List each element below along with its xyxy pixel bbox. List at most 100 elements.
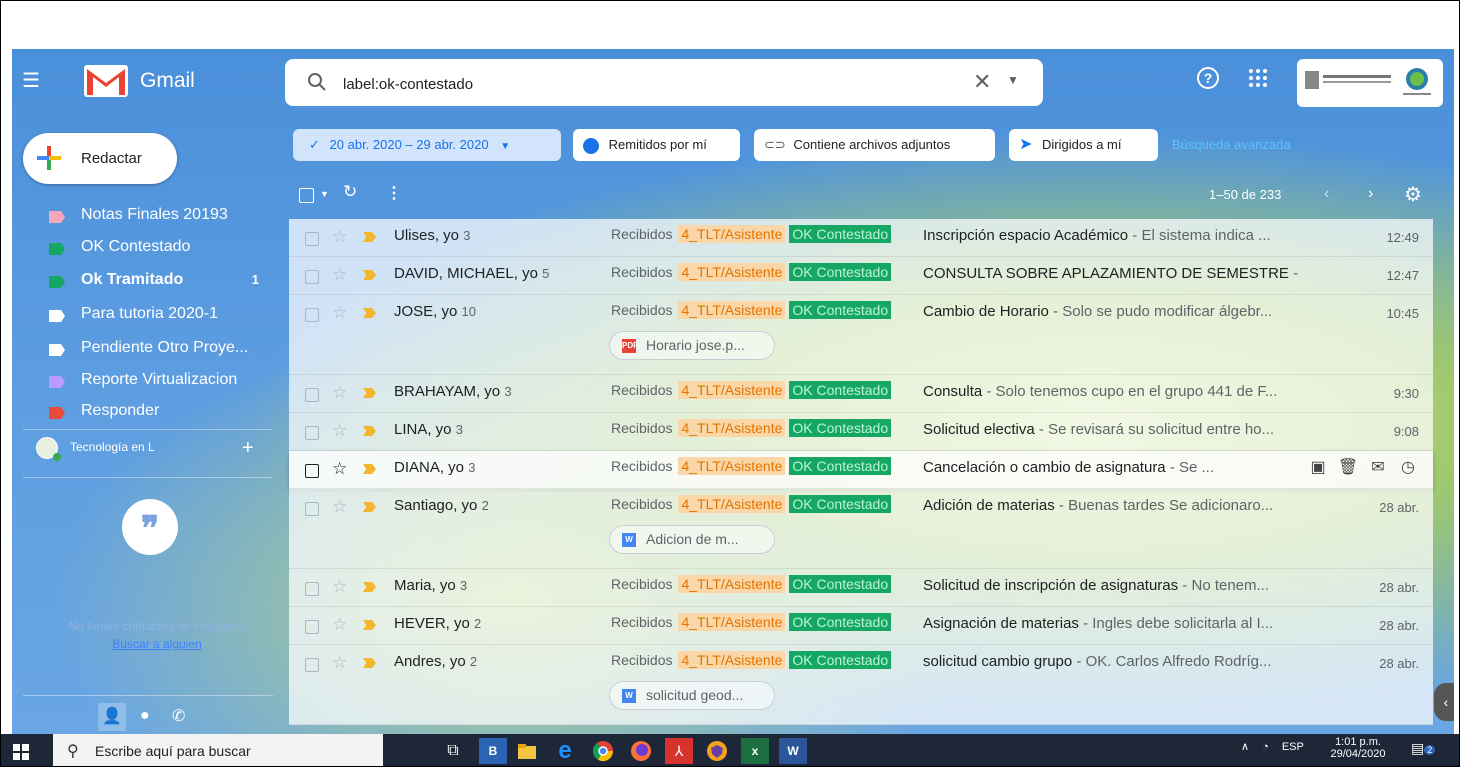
sidebar-label-para-tutoria[interactable]: Para tutoria 2020-1: [49, 301, 271, 334]
important-marker-icon[interactable]: [363, 270, 376, 280]
settings-gear-icon[interactable]: ⚙: [1404, 182, 1422, 207]
contacts-person-icon[interactable]: 👤: [98, 703, 126, 731]
sidebar-label-ok-contestado[interactable]: OK Contestado: [49, 234, 271, 267]
row-checkbox[interactable]: [305, 620, 319, 634]
app-b-icon[interactable]: B: [479, 738, 507, 764]
gmail-logo-icon[interactable]: [84, 65, 128, 97]
file-explorer-icon[interactable]: [513, 738, 541, 764]
row-checkbox[interactable]: [305, 582, 319, 596]
wifi-icon[interactable]: ◔: [1262, 741, 1269, 753]
row-checkbox[interactable]: [305, 658, 319, 672]
word-icon[interactable]: W: [779, 738, 807, 764]
sent-to-me-chip[interactable]: ➤ Dirigidos a mí: [1009, 129, 1158, 161]
attachment-chip[interactable]: W Adicion de m...: [609, 525, 775, 554]
important-marker-icon[interactable]: [363, 388, 376, 398]
important-marker-icon[interactable]: [363, 658, 376, 668]
mail-row[interactable]: ☆ BRAHAYAM, yo 3 Recibidos 4_TLT/Asistent…: [289, 375, 1433, 413]
taskbar-search[interactable]: ⚲ Escribe aquí para buscar: [53, 734, 383, 766]
find-someone-link[interactable]: Buscar a alguien: [32, 637, 282, 651]
more-options-icon[interactable]: ⋮: [386, 183, 402, 203]
edge-icon[interactable]: e: [551, 738, 579, 764]
language-indicator[interactable]: ESP: [1282, 741, 1304, 753]
main-menu-icon[interactable]: ☰: [22, 71, 46, 91]
sidebar-label-ok-tramitado[interactable]: Ok Tramitado 1: [49, 267, 271, 300]
important-marker-icon[interactable]: [363, 582, 376, 592]
star-icon[interactable]: ☆: [332, 421, 347, 441]
has-attachment-chip[interactable]: ⊂⊃ Contiene archivos adjuntos: [754, 129, 995, 161]
star-icon[interactable]: ☆: [332, 497, 347, 517]
vpn-shield-icon[interactable]: [703, 738, 731, 764]
star-icon[interactable]: ☆: [332, 227, 347, 247]
snooze-clock-icon[interactable]: ◷: [1393, 457, 1423, 477]
google-apps-icon[interactable]: [1248, 68, 1268, 88]
date-range-chip[interactable]: ✓ 20 abr. 2020 – 29 abr. 2020 ▼: [293, 129, 561, 161]
sidebar-label-notas-finales[interactable]: Notas Finales 20193: [49, 202, 271, 235]
conversations-icon[interactable]: ●: [140, 707, 150, 725]
important-marker-icon[interactable]: [363, 620, 376, 630]
side-panel-toggle-icon[interactable]: ‹: [1434, 683, 1454, 721]
search-options-icon[interactable]: ▼: [1007, 73, 1019, 87]
mail-row[interactable]: ☆ Andres, yo 2 Recibidos 4_TLT/Asistente O…: [289, 645, 1433, 725]
row-checkbox[interactable]: [305, 232, 319, 246]
phone-icon[interactable]: ✆: [172, 706, 185, 726]
prev-page-icon[interactable]: ‹: [1324, 185, 1329, 203]
mail-row[interactable]: ☆ DAVID, MICHAEL, yo 5 Recibidos 4_TLT/As…: [289, 257, 1433, 295]
star-icon[interactable]: ☆: [332, 615, 347, 635]
row-checkbox[interactable]: [305, 270, 319, 284]
mark-read-icon[interactable]: ✉: [1363, 457, 1393, 477]
delete-icon[interactable]: 🗑: [1333, 457, 1363, 477]
compose-button[interactable]: Redactar: [23, 133, 177, 184]
row-checkbox[interactable]: [305, 388, 319, 402]
mail-row[interactable]: ☆ LINA, yo 3 Recibidos 4_TLT/Asistente OK …: [289, 413, 1433, 451]
mail-row[interactable]: ☆ Maria, yo 3 Recibidos 4_TLT/Asistente OK…: [289, 569, 1433, 607]
important-marker-icon[interactable]: [363, 464, 376, 474]
mail-row-hovered[interactable]: ☆ DIANA, yo 3 Recibidos 4_TLT/Asistente OK…: [289, 451, 1433, 489]
row-checkbox[interactable]: [305, 464, 319, 478]
mail-row[interactable]: ☆ HEVER, yo 2 Recibidos 4_TLT/Asistente OK…: [289, 607, 1433, 645]
firefox-icon[interactable]: [627, 738, 655, 764]
help-icon[interactable]: ?: [1197, 67, 1219, 89]
archive-icon[interactable]: ▣: [1303, 457, 1333, 477]
important-marker-icon[interactable]: [363, 308, 376, 318]
refresh-icon[interactable]: ↻: [343, 182, 357, 202]
mail-row[interactable]: ☆ Santiago, yo 2 Recibidos 4_TLT/Asistent…: [289, 489, 1433, 569]
attachment-chip[interactable]: PDF Horario jose.p...: [609, 331, 775, 360]
sidebar-label-responder[interactable]: Responder: [49, 398, 271, 431]
account-badge[interactable]: [1297, 59, 1443, 107]
search-input[interactable]: [341, 73, 905, 95]
advanced-search-link[interactable]: Búsqueda avanzada: [1172, 129, 1291, 161]
next-page-icon[interactable]: ›: [1368, 185, 1373, 203]
attachment-chip[interactable]: W solicitud geod...: [609, 681, 775, 710]
important-marker-icon[interactable]: [363, 426, 376, 436]
windows-start-icon[interactable]: [13, 744, 29, 760]
clear-search-icon[interactable]: ✕: [973, 69, 991, 95]
row-checkbox[interactable]: [305, 426, 319, 440]
row-checkbox[interactable]: [305, 502, 319, 516]
sent-by-me-chip[interactable]: Remitidos por mí: [573, 129, 740, 161]
search-icon[interactable]: [307, 72, 327, 92]
important-marker-icon[interactable]: [363, 232, 376, 242]
hangouts-account[interactable]: Tecnología en L +: [36, 437, 276, 461]
sidebar-label-pendiente[interactable]: Pendiente Otro Proye...: [49, 335, 271, 368]
mail-row[interactable]: ☆ Ulises, yo 3 Recibidos 4_TLT/Asistente O…: [289, 219, 1433, 257]
row-checkbox[interactable]: [305, 308, 319, 322]
star-icon[interactable]: ☆: [332, 265, 347, 285]
search-bar[interactable]: ✕ ▼: [285, 59, 1043, 106]
system-clock[interactable]: 1:01 p.m. 29/04/2020: [1327, 736, 1389, 760]
notifications-icon[interactable]: ▤ 2: [1411, 740, 1436, 760]
task-view-icon[interactable]: ⧉: [439, 738, 467, 764]
excel-icon[interactable]: x: [741, 738, 769, 764]
star-icon[interactable]: ☆: [332, 303, 347, 323]
star-icon[interactable]: ☆: [332, 459, 347, 479]
sidebar-label-reporte[interactable]: Reporte Virtualizacion: [49, 367, 271, 400]
star-icon[interactable]: ☆: [332, 383, 347, 403]
mail-row[interactable]: ☆ JOSE, yo 10 Recibidos 4_TLT/Asistente OK…: [289, 295, 1433, 375]
chevron-up-icon[interactable]: ∧: [1241, 741, 1249, 753]
select-menu-caret-icon[interactable]: ▼: [320, 189, 329, 199]
star-icon[interactable]: ☆: [332, 653, 347, 673]
important-marker-icon[interactable]: [363, 502, 376, 512]
select-all-checkbox[interactable]: [299, 188, 314, 203]
chrome-icon[interactable]: [589, 738, 617, 764]
add-icon[interactable]: +: [242, 437, 254, 460]
star-icon[interactable]: ☆: [332, 577, 347, 597]
